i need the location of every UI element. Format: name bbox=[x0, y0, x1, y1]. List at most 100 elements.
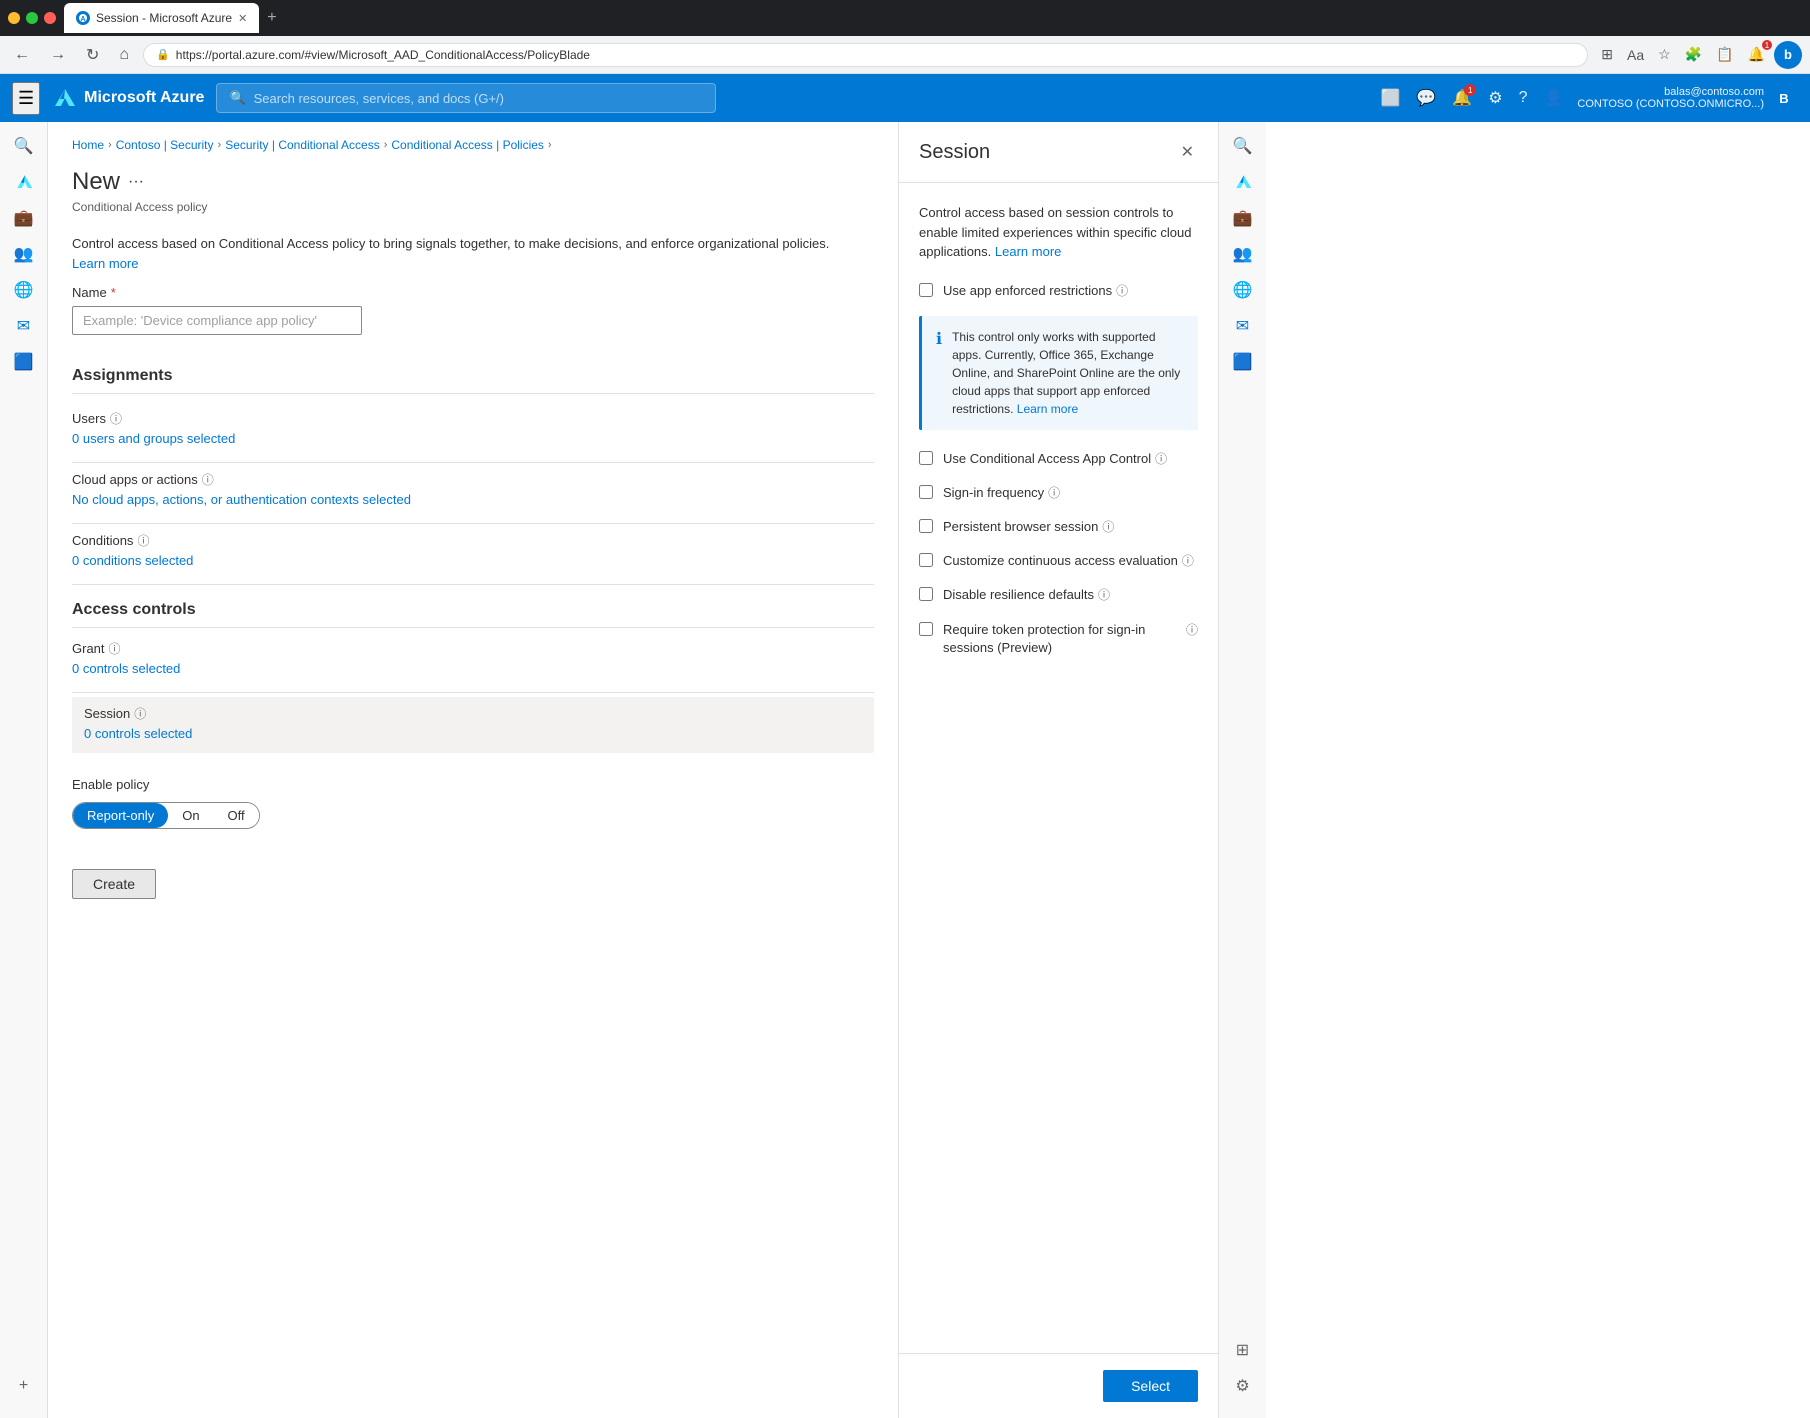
user-info: balas@contoso.com CONTOSO (CONTOSO.ONMIC… bbox=[1577, 86, 1764, 110]
checkbox-customize-cae: Customize continuous access evaluation ⓘ bbox=[919, 552, 1198, 570]
customize-cae-info-icon[interactable]: ⓘ bbox=[1182, 553, 1194, 570]
token-protection-label: Require token protection for sign-in ses… bbox=[943, 621, 1198, 657]
action-buttons: Create bbox=[72, 849, 874, 899]
users-group: Users ⓘ 0 users and groups selected bbox=[72, 406, 874, 463]
cloud-apps-info-icon[interactable]: ⓘ bbox=[202, 471, 214, 488]
breadcrumb-home[interactable]: Home bbox=[72, 138, 104, 152]
token-protection-info-icon[interactable]: ⓘ bbox=[1186, 622, 1198, 639]
extensions-button[interactable]: 🧩 bbox=[1680, 42, 1707, 67]
active-tab[interactable]: A Session - Microsoft Azure ✕ bbox=[64, 3, 259, 33]
toggle-off[interactable]: Off bbox=[214, 803, 259, 828]
sidebar-azure-icon[interactable] bbox=[8, 166, 40, 198]
session-info-icon[interactable]: ⓘ bbox=[134, 705, 146, 722]
name-field-label: Name * bbox=[72, 285, 874, 300]
right-people-icon[interactable]: 👥 bbox=[1227, 238, 1259, 270]
conditions-info-icon[interactable]: ⓘ bbox=[137, 532, 149, 549]
sidebar-color-icon[interactable]: 🟦 bbox=[8, 346, 40, 378]
help-button[interactable]: ? bbox=[1513, 83, 1534, 113]
cloud-apps-label-text: Cloud apps or actions bbox=[72, 472, 198, 487]
grant-info-icon[interactable]: ⓘ bbox=[109, 640, 121, 657]
ca-app-control-checkbox[interactable] bbox=[919, 451, 933, 465]
right-color-icon[interactable]: 🟦 bbox=[1227, 346, 1259, 378]
breadcrumb-contoso-security[interactable]: Contoso | Security bbox=[116, 138, 214, 152]
favorites-button[interactable]: ☆ bbox=[1653, 42, 1676, 67]
name-input[interactable] bbox=[72, 306, 362, 335]
back-button[interactable]: ← bbox=[8, 42, 36, 68]
page-title-text: New bbox=[72, 168, 120, 196]
search-input[interactable] bbox=[254, 91, 704, 106]
feedback-button[interactable]: 💬 bbox=[1410, 82, 1442, 114]
sidebar-add-icon[interactable]: + bbox=[8, 1370, 40, 1402]
read-button[interactable]: Aa bbox=[1622, 43, 1649, 67]
cloud-shell-button[interactable]: ⬜ bbox=[1374, 82, 1406, 114]
right-search-icon[interactable]: 🔍 bbox=[1227, 130, 1259, 162]
sign-in-freq-info-icon[interactable]: ⓘ bbox=[1048, 485, 1060, 502]
maximize-button[interactable] bbox=[26, 12, 38, 24]
profile-avatar[interactable]: b bbox=[1774, 41, 1802, 69]
collections-button[interactable]: 📋 bbox=[1711, 42, 1738, 67]
persistent-browser-info-icon[interactable]: ⓘ bbox=[1102, 519, 1114, 536]
toggle-on[interactable]: On bbox=[168, 803, 213, 828]
sidebar-people-icon[interactable]: 👥 bbox=[8, 238, 40, 270]
breadcrumb-policies[interactable]: Conditional Access | Policies bbox=[391, 138, 544, 152]
hamburger-menu[interactable]: ☰ bbox=[12, 82, 40, 115]
new-tab-button[interactable]: + bbox=[263, 5, 280, 31]
address-bar[interactable]: 🔒 https://portal.azure.com/#view/Microso… bbox=[143, 43, 1588, 67]
right-briefcase-icon[interactable]: 💼 bbox=[1227, 202, 1259, 234]
checkbox-token-protection: Require token protection for sign-in ses… bbox=[919, 621, 1198, 657]
page-title-row: New ··· bbox=[72, 168, 874, 196]
select-button[interactable]: Select bbox=[1103, 1370, 1198, 1402]
right-outlook-icon[interactable]: ✉ bbox=[1227, 310, 1259, 342]
app-enforced-info-icon[interactable]: ⓘ bbox=[1116, 283, 1128, 300]
sidebar-globe-icon[interactable]: 🌐 bbox=[8, 274, 40, 306]
home-button[interactable]: ⌂ bbox=[113, 42, 135, 68]
ca-app-control-text: Use Conditional Access App Control bbox=[943, 450, 1151, 468]
session-access-label: Session ⓘ bbox=[84, 705, 862, 722]
users-label: Users ⓘ bbox=[72, 410, 874, 427]
azure-app-name: Microsoft Azure bbox=[84, 89, 204, 107]
right-globe-icon[interactable]: 🌐 bbox=[1227, 274, 1259, 306]
toggle-report-only[interactable]: Report-only bbox=[73, 803, 168, 828]
tab-close-button[interactable]: ✕ bbox=[238, 12, 247, 25]
token-protection-checkbox[interactable] bbox=[919, 622, 933, 636]
persistent-browser-checkbox[interactable] bbox=[919, 519, 933, 533]
panel-learn-more-link[interactable]: Learn more bbox=[995, 244, 1061, 259]
cast-button[interactable]: ⊞ bbox=[1596, 42, 1618, 67]
user-avatar[interactable]: B bbox=[1770, 84, 1798, 112]
right-azure-icon[interactable] bbox=[1227, 166, 1259, 198]
conditions-link[interactable]: 0 conditions selected bbox=[72, 553, 874, 568]
users-link[interactable]: 0 users and groups selected bbox=[72, 431, 874, 446]
grant-link[interactable]: 0 controls selected bbox=[72, 661, 874, 676]
users-info-icon[interactable]: ⓘ bbox=[110, 410, 122, 427]
breadcrumb-sep-4: › bbox=[548, 139, 552, 151]
disable-resilience-checkbox[interactable] bbox=[919, 587, 933, 601]
right-settings-icon[interactable]: ⚙ bbox=[1227, 1370, 1259, 1402]
sidebar-briefcase-icon[interactable]: 💼 bbox=[8, 202, 40, 234]
checkbox-sign-in-freq: Sign-in frequency ⓘ bbox=[919, 484, 1198, 502]
create-button[interactable]: Create bbox=[72, 869, 156, 899]
customize-cae-checkbox[interactable] bbox=[919, 553, 933, 567]
right-layout-icon[interactable]: ⊞ bbox=[1227, 1334, 1259, 1366]
settings-button[interactable]: ⚙ bbox=[1482, 82, 1508, 114]
sidebar-outlook-icon[interactable]: ✉ bbox=[8, 310, 40, 342]
search-bar[interactable]: 🔍 bbox=[216, 83, 716, 113]
minimize-button[interactable] bbox=[8, 12, 20, 24]
sign-in-freq-checkbox[interactable] bbox=[919, 485, 933, 499]
close-button[interactable] bbox=[44, 12, 56, 24]
directory-button[interactable]: 👤 bbox=[1537, 82, 1569, 114]
user-profile[interactable]: balas@contoso.com CONTOSO (CONTOSO.ONMIC… bbox=[1573, 84, 1798, 112]
more-options-button[interactable]: ··· bbox=[128, 173, 144, 191]
forward-button[interactable]: → bbox=[44, 42, 72, 68]
panel-close-button[interactable]: ✕ bbox=[1177, 138, 1198, 166]
policy-toggle-group[interactable]: Report-only On Off bbox=[72, 802, 260, 829]
main-learn-more-link[interactable]: Learn more bbox=[72, 256, 138, 271]
session-link[interactable]: 0 controls selected bbox=[84, 726, 862, 741]
disable-resilience-info-icon[interactable]: ⓘ bbox=[1098, 587, 1110, 604]
cloud-apps-link[interactable]: No cloud apps, actions, or authenticatio… bbox=[72, 492, 874, 507]
app-enforced-checkbox[interactable] bbox=[919, 283, 933, 297]
sidebar-search-icon[interactable]: 🔍 bbox=[8, 130, 40, 162]
ca-app-control-info-icon[interactable]: ⓘ bbox=[1155, 451, 1167, 468]
breadcrumb-conditional-access[interactable]: Security | Conditional Access bbox=[225, 138, 380, 152]
reload-button[interactable]: ↻ bbox=[80, 41, 105, 69]
info-box-learn-more[interactable]: Learn more bbox=[1017, 402, 1078, 416]
